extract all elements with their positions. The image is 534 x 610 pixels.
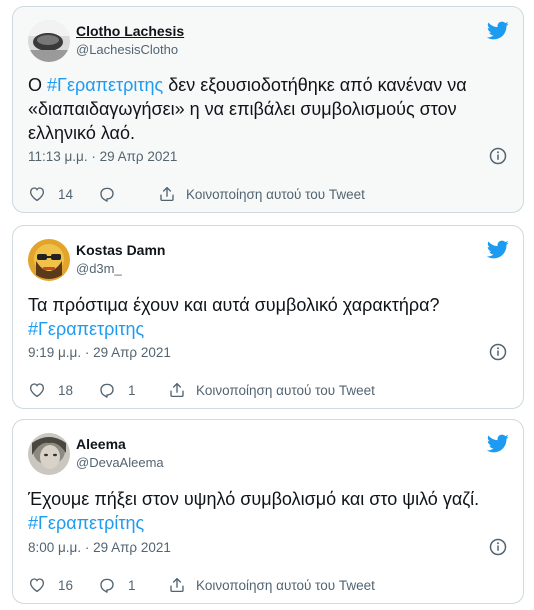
tweet-timestamp[interactable]: 8:00 μ.μ. · 29 Απρ 2021 [28,540,171,555]
author-handle[interactable]: @LachesisClotho [76,42,178,57]
tweet-text-part: Έχουμε πήξει στον υψηλό συμβολισμό και σ… [28,489,480,509]
share-label: Κοινοποίηση αυτού του Tweet [196,577,375,593]
reply-button[interactable]: 1 [98,576,136,594]
hashtag-link[interactable]: #Γεραπετριτης [28,317,507,341]
tweet-timestamp[interactable]: 11:13 μ.μ. · 29 Απρ 2021 [28,149,177,164]
tweet-card-3[interactable]: Aleema @DevaAleema Έχουμε πήξει στον υψη… [12,419,524,604]
reply-count: 1 [128,577,136,593]
tweet-actions: 14 Κοινοποίηση αυτού του Tweet [28,185,508,205]
reply-icon [100,383,114,398]
author-name[interactable]: Kostas Damn [76,242,165,258]
heart-icon [29,578,45,593]
share-icon [170,577,184,593]
reply-icon [100,187,114,202]
twitter-bird-icon[interactable] [486,19,509,42]
reply-button[interactable] [98,185,116,203]
tweet-text: Ο #Γεραπετριτης δεν εξουσιοδοτήθηκε από … [28,73,507,145]
twitter-bird-icon[interactable] [486,238,509,261]
tweet-text: Τα πρόστιμα έχουν και αυτά συμβολικό χαρ… [28,293,507,341]
tweet-actions: 18 1 Κοινοποίηση αυτού του Tweet [28,381,508,401]
tweet-text-part: Ο [28,75,48,95]
share-label: Κοινοποίηση αυτού του Tweet [186,186,365,202]
info-icon[interactable] [489,343,507,361]
tweet-card-1[interactable]: Clotho Lachesis @LachesisClotho Ο #Γεραπ… [12,6,524,213]
like-button[interactable]: 16 [28,576,73,594]
avatar[interactable] [28,239,70,281]
like-button[interactable]: 18 [28,381,73,399]
avatar[interactable] [28,433,70,475]
twitter-bird-icon[interactable] [486,432,509,455]
author-name[interactable]: Clotho Lachesis [76,23,184,39]
tweet-card-2[interactable]: Kostas Damn @d3m_ Τα πρόστιμα έχουν και … [12,225,524,409]
tweet-timestamp[interactable]: 9:19 μ.μ. · 29 Απρ 2021 [28,345,171,360]
reply-count: 1 [128,382,136,398]
like-count: 18 [58,382,74,398]
avatar[interactable] [28,20,70,62]
share-icon [160,186,174,202]
share-button[interactable]: Κοινοποίηση αυτού του Tweet [168,576,375,594]
info-icon[interactable] [489,147,507,165]
share-button[interactable]: Κοινοποίηση αυτού του Tweet [158,185,365,203]
tweet-text: Έχουμε πήξει στον υψηλό συμβολισμό και σ… [28,487,507,535]
hashtag-link[interactable]: #Γεραπετριτης [47,75,163,95]
like-button[interactable]: 14 [28,185,73,203]
author-name[interactable]: Aleema [76,436,126,452]
reply-icon [100,578,114,593]
share-label: Κοινοποίηση αυτού του Tweet [196,382,375,398]
like-count: 14 [58,186,74,202]
tweet-actions: 16 1 Κοινοποίηση αυτού του Tweet [28,576,508,596]
like-count: 16 [58,577,74,593]
tweet-text-part: Τα πρόστιμα έχουν και αυτά συμβολικό χαρ… [28,295,440,315]
share-icon [170,382,184,398]
hashtag-link[interactable]: #Γεραπετρίτης [28,511,507,535]
author-handle[interactable]: @DevaAleema [76,455,164,470]
info-icon[interactable] [489,538,507,556]
heart-icon [29,383,45,398]
author-handle[interactable]: @d3m_ [76,261,122,276]
reply-button[interactable]: 1 [98,381,136,399]
heart-icon [29,187,45,202]
share-button[interactable]: Κοινοποίηση αυτού του Tweet [168,381,375,399]
